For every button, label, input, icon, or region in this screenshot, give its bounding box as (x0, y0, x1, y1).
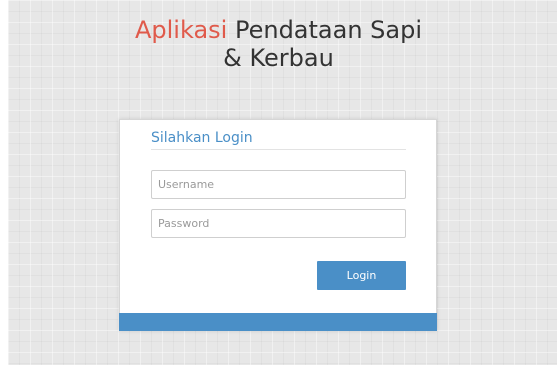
username-input[interactable] (151, 170, 406, 199)
app-title: Aplikasi Pendataan Sapi & Kerbau (0, 16, 557, 72)
login-card: Silahkan Login Login (119, 119, 437, 331)
heading-divider (151, 149, 406, 150)
app-title-accent: Aplikasi (134, 16, 228, 44)
app-title-main: Pendataan Sapi (234, 16, 423, 44)
password-input[interactable] (151, 209, 406, 238)
login-heading: Silahkan Login (151, 130, 253, 146)
card-footer-bar (119, 313, 437, 331)
login-button[interactable]: Login (317, 261, 406, 290)
app-title-line2: & Kerbau (223, 44, 334, 72)
login-page: Aplikasi Pendataan Sapi & Kerbau Silahka… (0, 0, 557, 365)
